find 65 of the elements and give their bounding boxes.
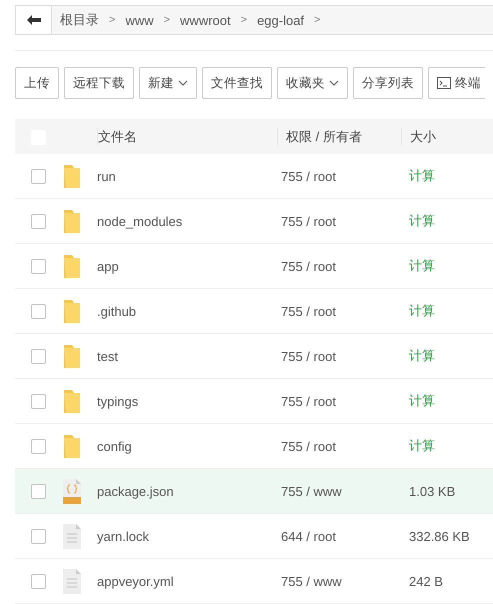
folder-icon xyxy=(61,388,83,414)
caret-icon xyxy=(329,80,339,86)
permission-text[interactable]: 755 / root xyxy=(281,214,336,228)
toolbar-button[interactable]: 新建 xyxy=(139,67,197,99)
caret-icon xyxy=(178,80,188,86)
file-name[interactable]: appveyor.yml xyxy=(97,574,174,588)
file-name[interactable]: .github xyxy=(97,304,136,318)
toolbar-button[interactable]: 远程下载 xyxy=(64,67,134,99)
file-icon xyxy=(61,568,83,594)
file-name[interactable]: yarn.lock xyxy=(97,528,150,544)
permission-text[interactable]: 755 / root xyxy=(281,438,336,454)
breadcrumb-item[interactable]: www xyxy=(125,12,154,28)
folder-icon xyxy=(61,432,83,460)
permission-text[interactable]: 755 / root xyxy=(281,304,336,318)
file-size: 242 B xyxy=(409,574,443,588)
row-checkbox[interactable] xyxy=(30,214,46,230)
file-name[interactable]: config xyxy=(97,438,132,454)
breadcrumb-item[interactable]: wwwroot xyxy=(180,12,231,28)
file-size: 332.86 KB xyxy=(409,528,470,544)
file-icon xyxy=(61,522,83,550)
permission-text[interactable]: 755 / root xyxy=(281,258,336,274)
breadcrumb-item[interactable]: 根目录 xyxy=(60,11,99,29)
row-checkbox[interactable] xyxy=(30,259,46,274)
folder-icon xyxy=(61,342,83,370)
file-name[interactable]: run xyxy=(97,168,116,184)
breadcrumb-separator: > xyxy=(314,14,320,26)
toolbar-button[interactable]: 文件查找 xyxy=(202,67,272,99)
column-header: 大小 xyxy=(401,128,493,146)
back-arrow-icon xyxy=(26,15,40,25)
row-checkbox[interactable] xyxy=(30,349,46,364)
row-checkbox[interactable] xyxy=(30,529,46,544)
row-checkbox[interactable] xyxy=(30,574,46,590)
folder-icon xyxy=(61,252,83,280)
permission-text[interactable]: 755 / www xyxy=(281,574,342,588)
row-checkbox[interactable] xyxy=(30,394,46,410)
column-header: 权限 / 所有者 xyxy=(277,128,401,146)
row-checkbox[interactable] xyxy=(30,169,46,184)
permission-text[interactable]: 755 / root xyxy=(281,348,336,364)
file-size: 1.03 KB xyxy=(409,484,456,498)
back-button[interactable] xyxy=(16,6,52,34)
breadcrumb-separator: > xyxy=(164,14,170,26)
permission-text[interactable]: 755 / root xyxy=(281,168,336,184)
file-name[interactable]: app xyxy=(97,258,119,274)
toolbar-button[interactable]: 上传 xyxy=(15,67,59,99)
toolbar-button[interactable]: 终端 xyxy=(428,67,485,99)
breadcrumb-item[interactable]: egg-loaf xyxy=(257,12,304,28)
file-name[interactable]: package.json xyxy=(97,484,174,498)
toolbar-button[interactable]: 分享列表 xyxy=(353,67,423,99)
breadcrumb-separator: > xyxy=(240,14,248,26)
breadcrumb-separator: > xyxy=(109,14,116,26)
row-checkbox[interactable] xyxy=(30,304,46,320)
folder-icon xyxy=(61,162,83,190)
row-checkbox[interactable] xyxy=(30,439,46,454)
toolbar-button[interactable]: 收藏夹 xyxy=(277,67,348,99)
terminal-icon xyxy=(437,77,451,89)
permission-text[interactable]: 755 / www xyxy=(281,484,342,498)
folder-icon xyxy=(61,208,83,234)
permission-text[interactable]: 644 / root xyxy=(281,528,336,544)
permission-text[interactable]: 755 / root xyxy=(281,394,336,408)
folder-icon xyxy=(61,298,83,324)
row-checkbox[interactable] xyxy=(30,484,46,500)
column-header: 文件名 xyxy=(97,128,277,146)
file-name[interactable]: typings xyxy=(97,394,138,408)
file-name[interactable]: test xyxy=(97,348,118,364)
file-name[interactable]: node_modules xyxy=(97,214,182,228)
